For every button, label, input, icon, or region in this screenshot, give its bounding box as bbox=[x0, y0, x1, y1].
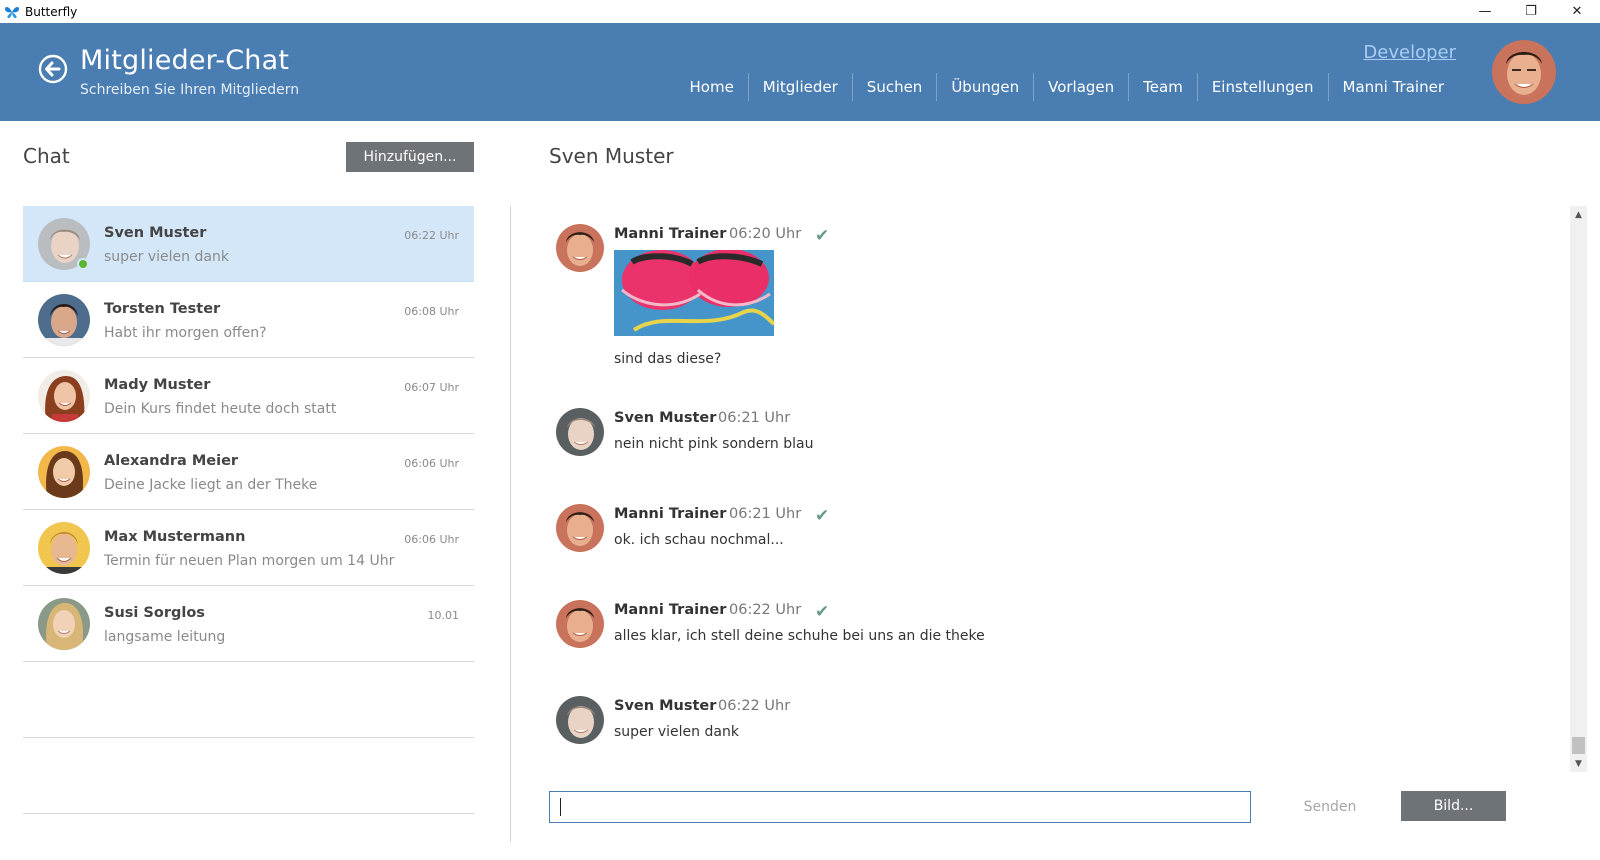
page-subtitle: Schreiben Sie Ihren Mitgliedern bbox=[80, 82, 300, 98]
avatar bbox=[38, 522, 90, 574]
avatar bbox=[38, 598, 90, 650]
chat-name: Susi Sorglos bbox=[104, 605, 205, 621]
message-time: 06:20 Uhr bbox=[729, 226, 802, 242]
avatar bbox=[556, 224, 604, 272]
delivered-check-icon: ✔ bbox=[815, 226, 830, 246]
back-arrow-icon[interactable] bbox=[38, 54, 68, 84]
nav-item-mitglieder[interactable]: Mitglieder bbox=[747, 73, 852, 101]
chat-time: 06:06 Uhr bbox=[404, 533, 459, 546]
chat-time: 06:07 Uhr bbox=[404, 381, 459, 394]
chat-preview: super vielen dank bbox=[104, 249, 229, 265]
empty-list-row bbox=[23, 738, 474, 814]
conversation-title: Sven Muster bbox=[549, 144, 674, 168]
avatar bbox=[38, 370, 90, 422]
main-nav: Home Mitglieder Suchen Übungen Vorlagen … bbox=[676, 73, 1459, 101]
avatar bbox=[556, 504, 604, 552]
window-titlebar: Butterfly — ❐ ✕ bbox=[0, 0, 1600, 23]
app-name: Butterfly bbox=[25, 4, 78, 19]
avatar bbox=[556, 696, 604, 744]
message-scrollbar[interactable]: ▲ ▼ bbox=[1570, 206, 1587, 772]
message-sender: Manni Trainer bbox=[614, 602, 727, 618]
chat-list-title: Chat bbox=[23, 144, 70, 168]
scroll-up-icon[interactable]: ▲ bbox=[1570, 206, 1587, 223]
message-list: Manni Trainer 06:20 Uhr ✔ sind das diese… bbox=[549, 206, 1549, 766]
message-text: nein nicht pink sondern blau bbox=[614, 436, 814, 452]
nav-item-suchen[interactable]: Suchen bbox=[851, 73, 937, 101]
message-sender: Sven Muster bbox=[614, 698, 717, 714]
chat-item-sven-muster[interactable]: Sven Muster super vielen dank 06:22 Uhr bbox=[23, 206, 474, 282]
message-text: super vielen dank bbox=[614, 724, 739, 740]
page-title: Mitglieder-Chat bbox=[80, 45, 290, 76]
chat-preview: Habt ihr morgen offen? bbox=[104, 325, 267, 341]
chat-item-alexandra-meier[interactable]: Alexandra Meier Deine Jacke liegt an der… bbox=[23, 434, 474, 510]
attach-image-button[interactable]: Bild... bbox=[1401, 791, 1506, 821]
scroll-thumb[interactable] bbox=[1572, 737, 1585, 754]
scroll-down-icon[interactable]: ▼ bbox=[1570, 755, 1587, 772]
text-caret bbox=[560, 798, 561, 816]
message-time: 06:22 Uhr bbox=[718, 698, 791, 714]
minimize-icon[interactable]: — bbox=[1462, 0, 1508, 23]
app-header: Mitglieder-Chat Schreiben Sie Ihren Mitg… bbox=[0, 23, 1600, 121]
avatar bbox=[38, 446, 90, 498]
chat-list: Sven Muster super vielen dank 06:22 Uhr … bbox=[23, 206, 474, 814]
message-time: 06:22 Uhr bbox=[729, 602, 802, 618]
message-input[interactable] bbox=[549, 791, 1251, 823]
delivered-check-icon: ✔ bbox=[815, 506, 830, 526]
maximize-icon[interactable]: ❐ bbox=[1508, 0, 1554, 23]
chat-time: 10.01 bbox=[427, 609, 460, 622]
user-avatar[interactable] bbox=[1492, 40, 1556, 104]
chat-preview: langsame leitung bbox=[104, 629, 226, 645]
chat-time: 06:08 Uhr bbox=[404, 305, 459, 318]
avatar bbox=[556, 408, 604, 456]
nav-item-home[interactable]: Home bbox=[676, 73, 748, 101]
close-icon[interactable]: ✕ bbox=[1554, 0, 1600, 23]
message-image-shoes[interactable] bbox=[614, 250, 774, 336]
chat-name: Mady Muster bbox=[104, 377, 211, 393]
empty-list-row bbox=[23, 662, 474, 738]
message-time: 06:21 Uhr bbox=[729, 506, 802, 522]
chat-time: 06:22 Uhr bbox=[404, 229, 459, 242]
message-text: alles klar, ich stell deine schuhe bei u… bbox=[614, 628, 985, 644]
chat-item-mady-muster[interactable]: Mady Muster Dein Kurs findet heute doch … bbox=[23, 358, 474, 434]
chat-name: Max Mustermann bbox=[104, 529, 246, 545]
panel-divider bbox=[510, 206, 511, 842]
message-sender: Manni Trainer bbox=[614, 226, 727, 242]
chat-name: Alexandra Meier bbox=[104, 453, 239, 469]
chat-name: Torsten Tester bbox=[104, 301, 221, 317]
avatar bbox=[38, 294, 90, 346]
nav-item-user[interactable]: Manni Trainer bbox=[1327, 73, 1458, 101]
message-sender: Manni Trainer bbox=[614, 506, 727, 522]
chat-name: Sven Muster bbox=[104, 225, 207, 241]
nav-item-vorlagen[interactable]: Vorlagen bbox=[1033, 73, 1128, 101]
nav-item-einstellungen[interactable]: Einstellungen bbox=[1196, 73, 1328, 101]
add-chat-button[interactable]: Hinzufügen... bbox=[346, 142, 474, 172]
developer-link[interactable]: Developer bbox=[1363, 42, 1456, 63]
chat-time: 06:06 Uhr bbox=[404, 457, 459, 470]
nav-item-team[interactable]: Team bbox=[1128, 73, 1197, 101]
message-text: sind das diese? bbox=[614, 351, 722, 367]
online-status-indicator bbox=[77, 258, 89, 270]
butterfly-logo-icon bbox=[5, 6, 19, 18]
message-time: 06:21 Uhr bbox=[718, 410, 791, 426]
chat-item-max-mustermann[interactable]: Max Mustermann Termin für neuen Plan mor… bbox=[23, 510, 474, 586]
chat-preview: Termin für neuen Plan morgen um 14 Uhr bbox=[104, 553, 395, 569]
message-sender: Sven Muster bbox=[614, 410, 717, 426]
avatar bbox=[556, 600, 604, 648]
window-controls: — ❐ ✕ bbox=[1462, 0, 1600, 23]
send-button[interactable]: Senden bbox=[1290, 791, 1370, 823]
delivered-check-icon: ✔ bbox=[815, 602, 830, 622]
chat-preview: Deine Jacke liegt an der Theke bbox=[104, 477, 318, 493]
nav-item-uebungen[interactable]: Übungen bbox=[936, 73, 1033, 101]
chat-item-susi-sorglos[interactable]: Susi Sorglos langsame leitung 10.01 bbox=[23, 586, 474, 662]
chat-item-torsten-tester[interactable]: Torsten Tester Habt ihr morgen offen? 06… bbox=[23, 282, 474, 358]
message-text: ok. ich schau nochmal... bbox=[614, 532, 784, 548]
chat-preview: Dein Kurs findet heute doch statt bbox=[104, 401, 337, 417]
